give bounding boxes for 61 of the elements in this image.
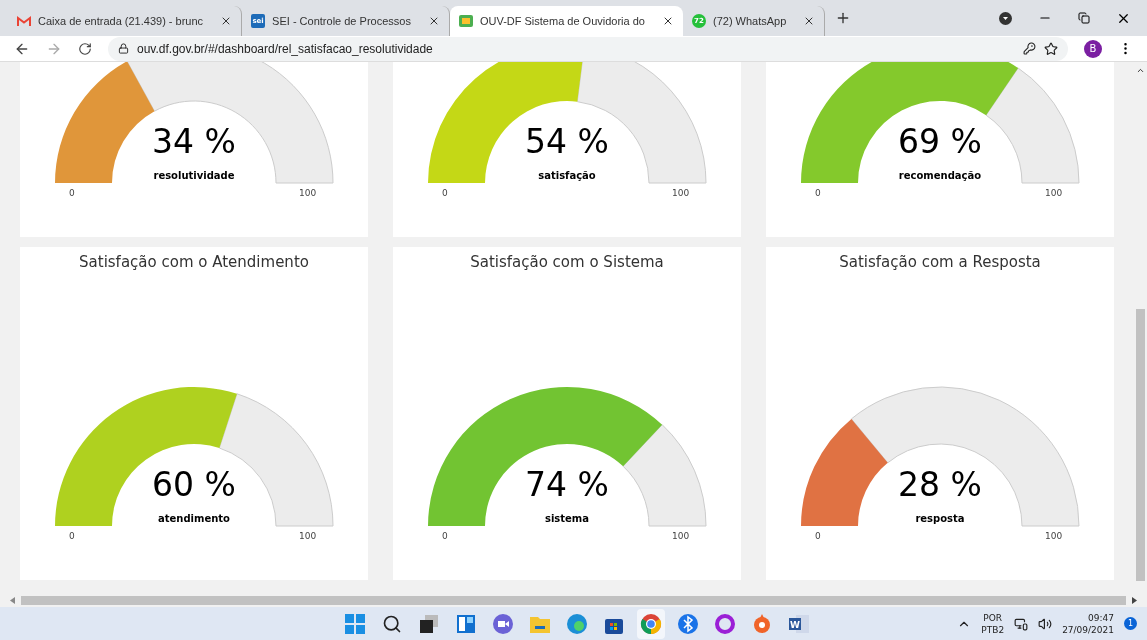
gauge-min: 0 bbox=[69, 531, 75, 541]
language-indicator[interactable]: POR PTB2 bbox=[981, 611, 1005, 636]
gauge-value: 69 % bbox=[897, 122, 983, 161]
gauge-value: 34 % bbox=[151, 122, 237, 161]
search-icon bbox=[382, 613, 402, 634]
video-chat-icon bbox=[492, 612, 514, 635]
widgets-icon bbox=[455, 612, 477, 635]
scroll-up-icon[interactable] bbox=[1135, 66, 1145, 75]
gauge-min: 0 bbox=[815, 531, 821, 541]
flag-icon bbox=[458, 15, 473, 27]
url-text: ouv.df.gov.br/#/dashboard/rel_satisfacao_resolutividade bbox=[137, 41, 433, 56]
browser-icon bbox=[566, 612, 588, 635]
gauge-max: 100 bbox=[1045, 531, 1063, 541]
gauge-label: resolutividade bbox=[152, 170, 236, 181]
address-bar[interactable]: ouv.df.gov.br/#/dashboard/rel_satisfacao_resolutividade bbox=[108, 36, 1068, 61]
clock[interactable]: 09:47 27/09/2021 bbox=[1062, 611, 1114, 636]
key-icon[interactable] bbox=[1023, 42, 1036, 55]
ring-icon bbox=[714, 612, 736, 635]
gauge-min: 0 bbox=[442, 188, 448, 198]
gauge-min: 0 bbox=[69, 188, 75, 198]
lock-icon bbox=[118, 43, 129, 54]
mail-icon bbox=[17, 15, 31, 27]
browser-tab[interactable]: OUV-DF Sistema de Ouvidoria do bbox=[449, 6, 683, 36]
gauge-min: 0 bbox=[815, 188, 821, 198]
scroll-thumb[interactable] bbox=[21, 595, 1126, 605]
gauge-max: 100 bbox=[672, 531, 690, 541]
gauge-value: 54 % bbox=[524, 122, 610, 161]
gauge-max: 100 bbox=[299, 188, 317, 198]
gauge-label: atendimento bbox=[157, 513, 231, 524]
gauge-label: satisfação bbox=[537, 170, 597, 181]
game-launcher-icon bbox=[751, 612, 773, 635]
chrome-icon bbox=[640, 612, 662, 635]
restore-icon[interactable] bbox=[1078, 12, 1090, 24]
gauge-label: recomendação bbox=[897, 170, 983, 181]
dropdown-icon[interactable] bbox=[999, 11, 1012, 25]
card-title: Satisfação com a Resposta bbox=[839, 253, 1041, 273]
volume-icon[interactable] bbox=[1038, 616, 1053, 631]
card-title: Satisfação com o Sistema bbox=[470, 253, 664, 273]
scroll-thumb[interactable] bbox=[1135, 309, 1145, 581]
scroll-right-icon[interactable] bbox=[1132, 596, 1137, 604]
network-icon[interactable] bbox=[1014, 616, 1029, 631]
windows-stack-icon bbox=[418, 612, 440, 635]
star-icon[interactable] bbox=[1044, 41, 1058, 56]
card-title: Satisfação com o Atendimento bbox=[79, 253, 309, 273]
gauge-max: 100 bbox=[1045, 188, 1063, 198]
horizontal-scrollbar[interactable] bbox=[0, 593, 1147, 607]
bluetooth-icon bbox=[677, 612, 699, 635]
profile-avatar[interactable]: B bbox=[1084, 39, 1102, 58]
reload-icon[interactable] bbox=[78, 41, 92, 56]
notification-badge[interactable]: 1 bbox=[1124, 617, 1137, 630]
scroll-left-icon[interactable] bbox=[10, 596, 15, 604]
close-icon[interactable] bbox=[662, 15, 674, 27]
gauge-label: resposta bbox=[914, 513, 966, 524]
gauge-max: 100 bbox=[299, 531, 317, 541]
gauge-min: 0 bbox=[442, 531, 448, 541]
gauge-max: 100 bbox=[672, 188, 690, 198]
gauge-value: 28 % bbox=[897, 465, 983, 504]
gauge-value: 60 % bbox=[151, 465, 237, 504]
gauge-value: 74 % bbox=[524, 465, 610, 504]
gauge-label: sistema bbox=[543, 513, 591, 524]
windows-icon bbox=[344, 612, 366, 635]
